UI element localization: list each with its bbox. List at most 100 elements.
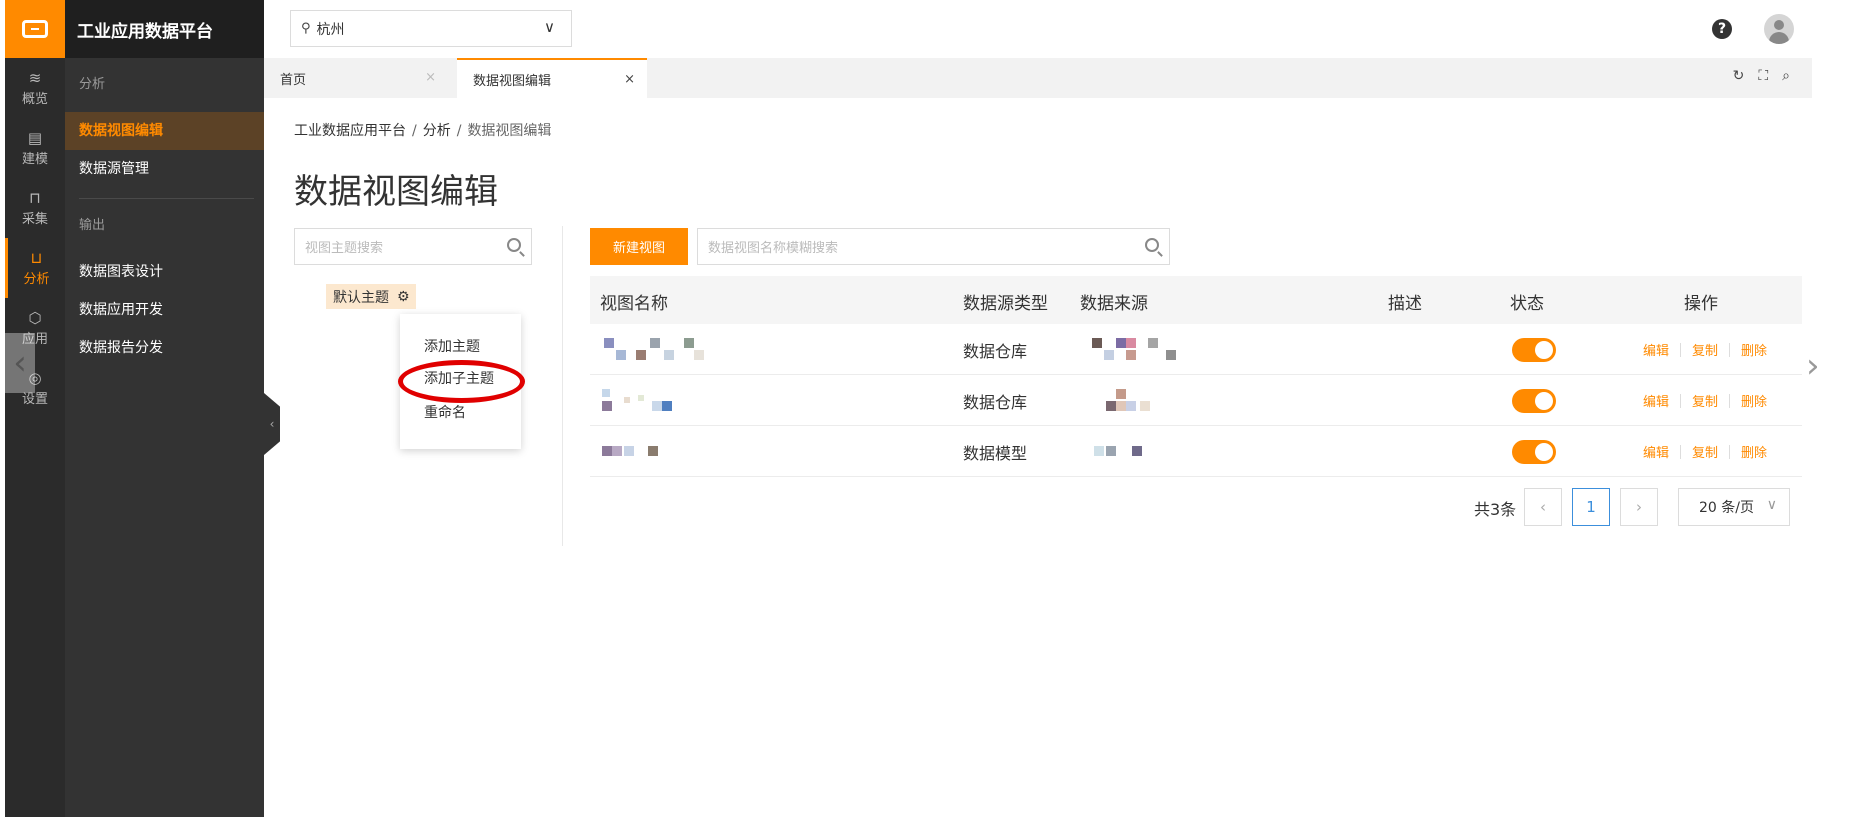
collect-icon: ⊓	[29, 188, 41, 207]
redacted-source	[1094, 446, 1142, 456]
menu-item-report[interactable]: 数据报告分发	[65, 329, 264, 367]
next-page-button[interactable]: ›	[1620, 488, 1658, 526]
tab-tools: ↻ ⛶ ⌕	[1733, 68, 1790, 84]
edit-link[interactable]: 编辑	[1643, 340, 1669, 359]
table-row[interactable]: 数据模型 编辑 复制 删除	[590, 426, 1802, 477]
tree-node-default-theme[interactable]: 默认主题 ⚙	[326, 284, 416, 309]
col-desc: 描述	[1388, 294, 1422, 314]
breadcrumb-current: 数据视图编辑	[467, 123, 552, 139]
menu-item-app-dev[interactable]: 数据应用开发	[65, 291, 264, 329]
pagination-total: 共3条	[1474, 500, 1517, 519]
tab-view-edit[interactable]: 数据视图编辑 ×	[457, 58, 647, 98]
row-actions: 编辑 复制 删除	[1643, 391, 1767, 410]
redacted-source	[1092, 338, 1176, 360]
gear-icon[interactable]: ⚙	[397, 289, 410, 305]
menu-group-output: 输出	[79, 218, 106, 233]
table-row[interactable]: 数据仓库 编辑 复制 删除	[590, 375, 1802, 426]
app-root: ≋ 概览 ▤ 建模 ⊓ 采集 ⊔ 分析 ⬡ 应用 ◎ 设置 ‹ 工业应用数据平台…	[0, 0, 1866, 817]
menu-item-chart-design[interactable]: 数据图表设计	[65, 253, 264, 291]
avatar[interactable]	[1764, 14, 1794, 44]
tab-home[interactable]: 首页 ×	[264, 58, 448, 98]
panel-divider	[562, 226, 563, 546]
col-status: 状态	[1510, 294, 1544, 314]
new-view-button[interactable]: 新建视图	[590, 228, 688, 265]
rail-item-analysis[interactable]: ⊔ 分析	[5, 238, 65, 298]
search-icon[interactable]	[507, 238, 521, 252]
page-size-select[interactable]: 20 条/页 ∨	[1678, 488, 1790, 526]
page-button-current[interactable]: 1	[1572, 488, 1610, 526]
table-row[interactable]: 数据仓库 编辑 复制 删除	[590, 324, 1802, 375]
cube-icon: ⬡	[28, 308, 42, 327]
chevron-right-icon[interactable]: ›	[1806, 346, 1820, 386]
page-size-value: 20 条/页	[1699, 500, 1754, 516]
chevron-down-icon: ∨	[1766, 497, 1777, 513]
copy-link[interactable]: 复制	[1692, 442, 1718, 461]
location-pin-icon: ⚲	[301, 21, 311, 36]
tab-label: 首页	[280, 72, 307, 88]
view-name-search-input[interactable]: 数据视图名称模糊搜索	[697, 228, 1170, 265]
view-search-placeholder: 数据视图名称模糊搜索	[708, 241, 839, 256]
col-source: 数据来源	[1080, 294, 1148, 314]
redacted-source	[1106, 389, 1150, 411]
tab-bar: 首页 × 数据视图编辑 × ↻ ⛶ ⌕	[264, 58, 1812, 98]
menu-item-view-edit[interactable]: 数据视图编辑	[65, 112, 264, 150]
edit-link[interactable]: 编辑	[1643, 391, 1669, 410]
app-title: 工业应用数据平台	[65, 0, 264, 58]
page-title: 数据视图编辑	[294, 172, 498, 212]
refresh-icon[interactable]: ↻	[1733, 68, 1745, 84]
top-bar: ⚲ 杭州 ∨ ?	[264, 0, 1812, 58]
theme-search-input[interactable]: 视图主题搜索	[294, 228, 532, 265]
tree-node-label: 默认主题	[333, 289, 389, 306]
fullscreen-icon[interactable]: ⛶	[1758, 68, 1768, 84]
city-select[interactable]: ⚲ 杭州 ∨	[290, 10, 572, 47]
delete-link[interactable]: 删除	[1741, 340, 1767, 359]
delete-link[interactable]: 删除	[1741, 391, 1767, 410]
col-ops: 操作	[1684, 294, 1718, 314]
view-table: 视图名称 数据源类型 数据来源 描述 状态 操作 数据仓库 编辑 复制 删除 数…	[590, 276, 1802, 477]
city-select-value: 杭州	[316, 21, 345, 38]
status-toggle[interactable]	[1512, 389, 1556, 413]
delete-link[interactable]: 删除	[1741, 442, 1767, 461]
chevron-left-icon[interactable]: ‹	[5, 333, 35, 393]
prev-page-button[interactable]: ‹	[1524, 488, 1562, 526]
breadcrumb-root[interactable]: 工业数据应用平台	[294, 123, 406, 139]
close-icon[interactable]: ×	[425, 70, 436, 85]
breadcrumb: 工业数据应用平台 / 分析 / 数据视图编辑	[294, 123, 552, 139]
row-actions: 编辑 复制 删除	[1643, 442, 1767, 461]
row-actions: 编辑 复制 删除	[1643, 340, 1767, 359]
rail-item-overview[interactable]: ≋ 概览	[5, 58, 65, 118]
redacted-name	[602, 389, 672, 411]
icon-rail: ≋ 概览 ▤ 建模 ⊓ 采集 ⊔ 分析 ⬡ 应用 ◎ 设置	[5, 0, 65, 817]
edit-link[interactable]: 编辑	[1643, 442, 1669, 461]
help-icon[interactable]: ?	[1712, 19, 1732, 39]
rail-item-label: 采集	[21, 211, 48, 227]
model-icon: ▤	[27, 128, 43, 147]
rail-item-label: 分析	[23, 271, 50, 287]
menu-item-source-manage[interactable]: 数据源管理	[65, 150, 264, 188]
copy-link[interactable]: 复制	[1692, 391, 1718, 410]
redacted-name	[604, 338, 704, 360]
status-toggle[interactable]	[1512, 338, 1556, 362]
rail-item-modeling[interactable]: ▤ 建模	[5, 118, 65, 178]
stack-icon: ≋	[28, 68, 42, 87]
redacted-name	[602, 446, 658, 456]
menu-collapse-handle[interactable]: ‹	[264, 393, 280, 455]
menu-item-rename[interactable]: 重命名	[424, 402, 466, 422]
cell-source-type: 数据仓库	[963, 342, 1028, 361]
menu-item-add-theme[interactable]: 添加主题	[424, 336, 480, 356]
search-icon[interactable]	[1145, 238, 1159, 252]
cell-source-type: 数据仓库	[963, 393, 1028, 412]
chevron-down-icon: ∨	[544, 18, 555, 36]
tab-label: 数据视图编辑	[473, 73, 552, 89]
status-toggle[interactable]	[1512, 440, 1556, 464]
copy-link[interactable]: 复制	[1692, 340, 1718, 359]
search-icon[interactable]: ⌕	[1782, 68, 1790, 84]
logo-icon[interactable]	[5, 0, 65, 58]
sidebar-menu: 工业应用数据平台 分析 数据视图编辑 数据源管理 输出 数据图表设计 数据应用开…	[65, 0, 264, 817]
col-source-type: 数据源类型	[963, 294, 1048, 314]
breadcrumb-level1[interactable]: 分析	[423, 123, 451, 139]
close-icon[interactable]: ×	[624, 72, 635, 87]
rail-item-label: 建模	[21, 151, 48, 167]
cell-source-type: 数据模型	[963, 444, 1028, 463]
rail-item-collect[interactable]: ⊓ 采集	[5, 178, 65, 238]
